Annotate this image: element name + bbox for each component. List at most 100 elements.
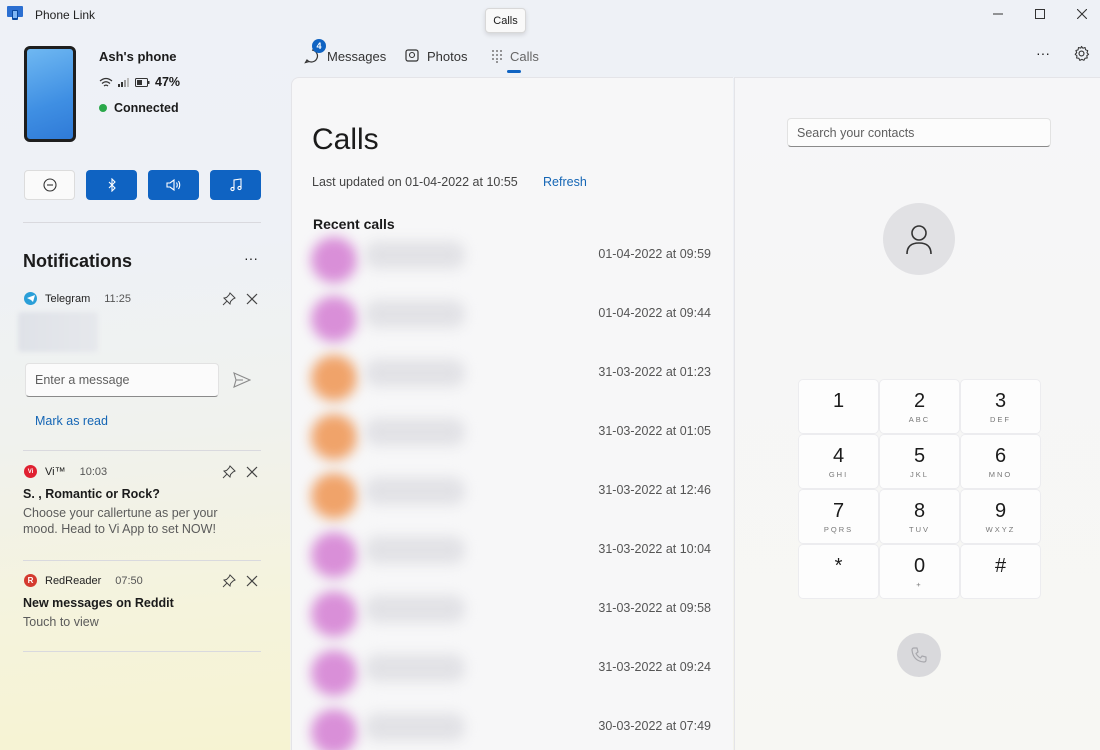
divider bbox=[23, 651, 261, 652]
notification-title: S. , Romantic or Rock? bbox=[23, 487, 160, 501]
dial-key[interactable]: 7 PQRS bbox=[799, 490, 878, 543]
search-contacts-input[interactable] bbox=[787, 118, 1051, 147]
refresh-link[interactable]: Refresh bbox=[543, 175, 587, 189]
dial-key-digit: # bbox=[994, 554, 1007, 577]
send-icon[interactable] bbox=[233, 372, 251, 388]
contact-avatar bbox=[883, 203, 955, 275]
notification-body: Choose your callertune as per your mood.… bbox=[23, 506, 218, 536]
call-row[interactable]: 31-03-2022 at 01:05 bbox=[305, 408, 725, 464]
dial-key-digit: * bbox=[834, 554, 843, 577]
dial-key[interactable]: 6 MNO bbox=[961, 435, 1040, 488]
dial-key-digit: 6 bbox=[994, 444, 1007, 467]
notifications-more-button[interactable]: ··· bbox=[244, 250, 264, 266]
call-row[interactable]: 31-03-2022 at 01:23 bbox=[305, 349, 725, 405]
title-bar: Phone Link Calls bbox=[0, 0, 1100, 33]
caller-avatar bbox=[311, 591, 357, 637]
volume-button[interactable] bbox=[148, 170, 199, 200]
call-timestamp: 30-03-2022 at 07:49 bbox=[598, 719, 711, 733]
speaker-icon bbox=[165, 178, 180, 192]
call-row[interactable]: 31-03-2022 at 09:58 bbox=[305, 585, 725, 641]
caller-name-blurred bbox=[365, 536, 465, 564]
tab-calls[interactable]: Calls bbox=[491, 46, 539, 66]
dial-key[interactable]: 1 bbox=[799, 380, 878, 433]
dial-key[interactable]: 3 DEF bbox=[961, 380, 1040, 433]
dial-key-digit: 8 bbox=[913, 499, 926, 522]
photos-icon bbox=[405, 49, 419, 62]
caller-avatar bbox=[311, 650, 357, 696]
tab-photos[interactable]: Photos bbox=[405, 46, 467, 66]
phone-link-app-icon bbox=[7, 6, 23, 20]
call-row[interactable]: 30-03-2022 at 07:49 bbox=[305, 703, 725, 750]
call-timestamp: 01-04-2022 at 09:59 bbox=[598, 247, 711, 261]
battery-icon bbox=[135, 77, 150, 87]
dial-key[interactable]: 2 ABC bbox=[880, 380, 959, 433]
maximize-button[interactable] bbox=[1018, 0, 1062, 28]
dial-key[interactable]: 9 WXYZ bbox=[961, 490, 1040, 543]
close-icon bbox=[1077, 9, 1087, 19]
dial-key-letters: TUV bbox=[909, 524, 930, 534]
dial-key-letters: GHI bbox=[828, 469, 849, 479]
caller-name-blurred bbox=[365, 300, 465, 328]
call-button[interactable] bbox=[897, 633, 941, 677]
battery-percentage: 47% bbox=[155, 75, 181, 89]
settings-gear-icon[interactable] bbox=[1073, 45, 1090, 62]
tab-label: Messages bbox=[327, 48, 387, 64]
dial-key[interactable]: * bbox=[799, 545, 878, 598]
connected-dot-icon bbox=[99, 104, 107, 112]
dial-key-letters: + bbox=[916, 579, 923, 589]
do-not-disturb-button[interactable] bbox=[24, 170, 75, 200]
close-button[interactable] bbox=[1060, 0, 1100, 28]
dial-key-letters: WXYZ bbox=[985, 524, 1016, 534]
dial-key-letters: DEF bbox=[990, 414, 1011, 424]
redreader-app-icon: R bbox=[24, 574, 37, 587]
connection-status: Connected bbox=[99, 101, 179, 115]
dismiss-icon[interactable] bbox=[245, 292, 259, 306]
dial-key-digit: 9 bbox=[994, 499, 1007, 522]
bluetooth-button[interactable] bbox=[86, 170, 137, 200]
call-timestamp: 31-03-2022 at 01:23 bbox=[598, 365, 711, 379]
call-row[interactable]: 31-03-2022 at 12:46 bbox=[305, 467, 725, 523]
mark-as-read-link[interactable]: Mark as read bbox=[35, 414, 108, 428]
notification-app-redreader: R RedReader 07:50 bbox=[24, 574, 143, 587]
notification-time: 11:25 bbox=[104, 292, 131, 305]
notification-body: Touch to view bbox=[23, 615, 99, 629]
call-row[interactable]: 01-04-2022 at 09:59 bbox=[305, 231, 725, 287]
call-row[interactable]: 31-03-2022 at 10:04 bbox=[305, 526, 725, 582]
tab-label: Calls bbox=[510, 48, 539, 64]
phone-status: 47% bbox=[99, 75, 180, 89]
minimize-button[interactable] bbox=[976, 0, 1020, 28]
dial-key[interactable]: 5 JKL bbox=[880, 435, 959, 488]
bluetooth-icon bbox=[108, 178, 116, 192]
notification-title: New messages on Reddit bbox=[23, 596, 174, 610]
tab-label: Photos bbox=[427, 48, 468, 64]
do-not-disturb-icon bbox=[42, 178, 57, 192]
wifi-icon bbox=[99, 77, 113, 86]
dial-key-digit: 2 bbox=[913, 389, 926, 412]
page-title: Calls bbox=[312, 123, 379, 156]
more-options-button[interactable]: ··· bbox=[1036, 45, 1056, 61]
pin-icon[interactable] bbox=[222, 465, 236, 479]
caller-avatar bbox=[311, 473, 357, 519]
dismiss-icon[interactable] bbox=[245, 465, 259, 479]
notification-app-name: Telegram bbox=[45, 292, 91, 305]
dial-key[interactable]: 4 GHI bbox=[799, 435, 878, 488]
media-button[interactable] bbox=[210, 170, 261, 200]
call-row[interactable]: 01-04-2022 at 09:44 bbox=[305, 290, 725, 346]
phone-name: Ash's phone bbox=[99, 49, 177, 64]
last-updated-text: Last updated on 01-04-2022 at 10:55 bbox=[312, 175, 518, 189]
calls-tooltip: Calls bbox=[485, 8, 526, 33]
blurred-message-preview bbox=[18, 312, 98, 352]
pin-icon[interactable] bbox=[222, 292, 236, 306]
dismiss-icon[interactable] bbox=[245, 574, 259, 588]
dial-key[interactable]: 0 + bbox=[880, 545, 959, 598]
pin-icon[interactable] bbox=[222, 574, 236, 588]
caller-name-blurred bbox=[365, 713, 465, 741]
music-note-icon bbox=[229, 178, 242, 192]
call-row[interactable]: 31-03-2022 at 09:24 bbox=[305, 644, 725, 700]
dial-key[interactable]: # bbox=[961, 545, 1040, 598]
dial-key[interactable]: 8 TUV bbox=[880, 490, 959, 543]
call-timestamp: 31-03-2022 at 10:04 bbox=[598, 542, 711, 556]
phone-call-icon bbox=[911, 647, 927, 663]
divider bbox=[23, 560, 261, 561]
reply-message-input[interactable] bbox=[25, 363, 219, 397]
